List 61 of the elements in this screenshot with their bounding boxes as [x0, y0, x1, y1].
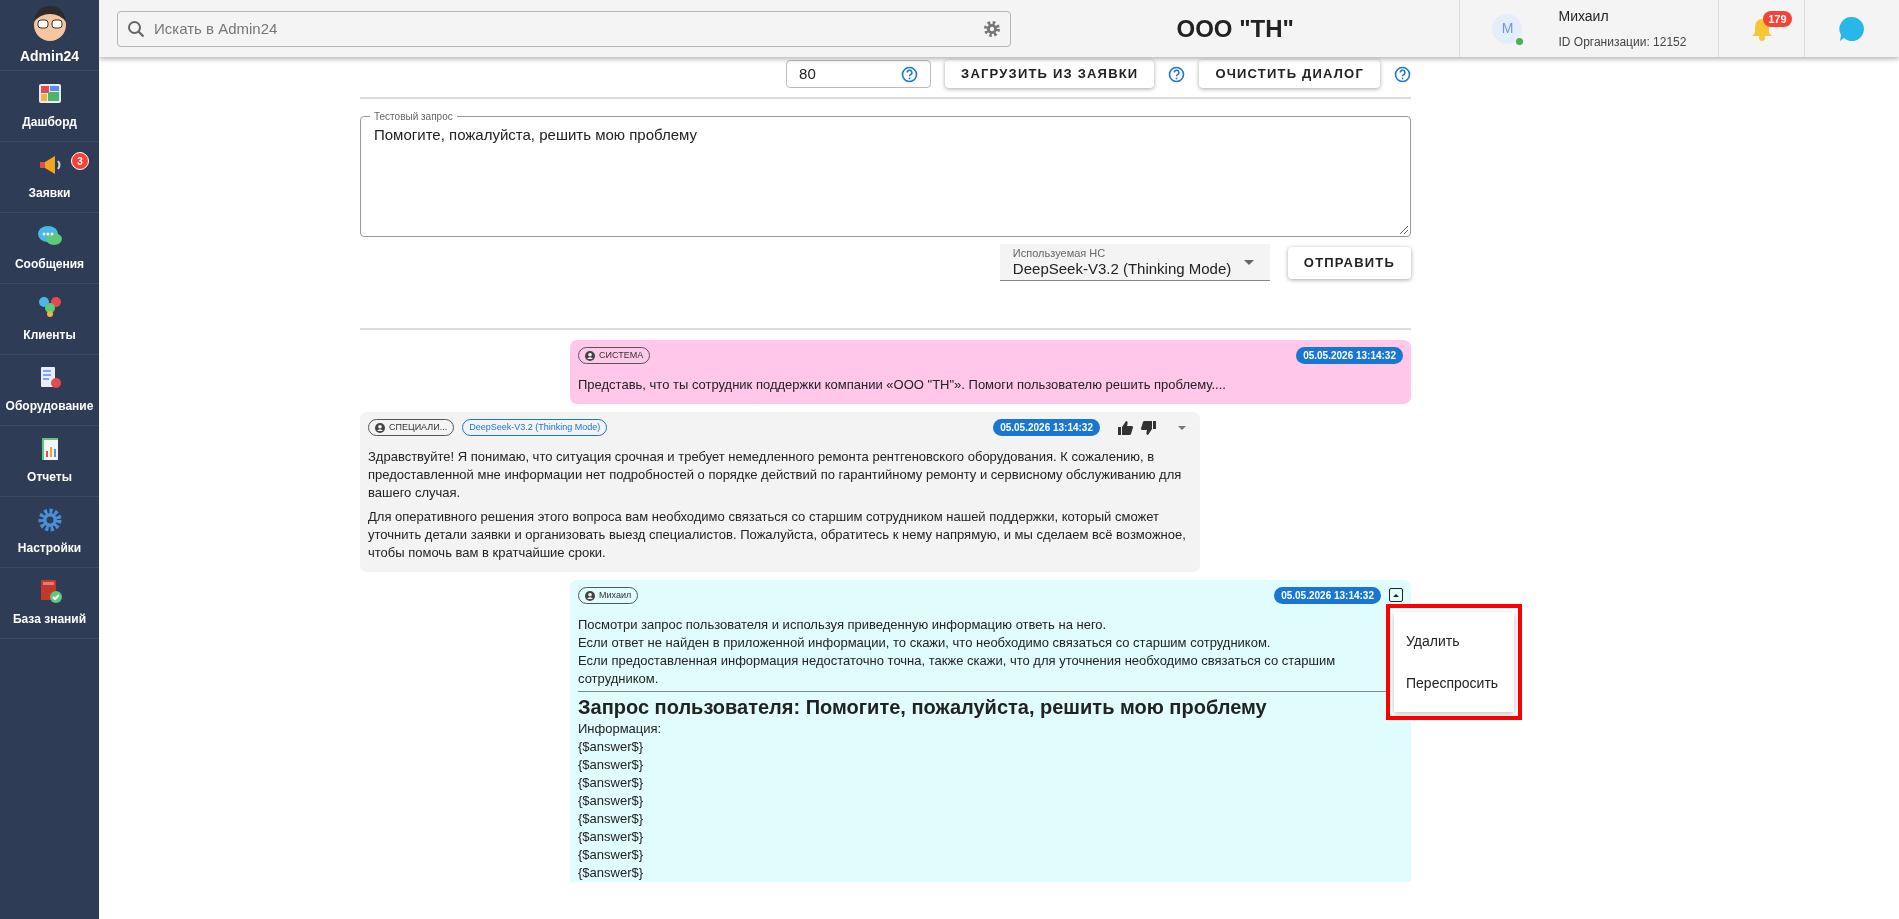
message-heading: Запрос пользователя: Помогите, пожалуйста, решить мою проблему: [578, 696, 1268, 718]
caret-down-icon: [1178, 425, 1186, 430]
brand-name: Admin24: [19, 46, 80, 66]
message-text: Представь, что ты сотрудник поддержки компании «ООО "ТН"». Помоги пользователю решить проблему....: [578, 376, 1227, 394]
message-text: {$answer$}: [578, 756, 645, 774]
search-field[interactable]: Искать в Admin24: [117, 10, 1011, 47]
action-button[interactable]: ОЧИСТИТЬ ДИАЛОГ: [1199, 60, 1380, 88]
message-text: Если ответ не найден в приложенной информации, то скажи, что необходимо связаться со старшим сотрудником.: [578, 634, 1272, 652]
collapse-toggle[interactable]: [1389, 588, 1403, 602]
message-text: Здравствуйте! Я понимаю, что ситуация срочная и требует немедленного ремонта рентгеновского оборудования. К сожалению, в предоставленной мне информации нет подробностей о порядке действий по гарантийному ремонту и сервисному обслуживанию для вашего случая.: [368, 448, 1183, 502]
sidebar-item[interactable]: Отчеты: [0, 426, 99, 497]
send-button[interactable]: ОТПРАВИТЬ: [1287, 246, 1411, 279]
sidebar-item[interactable]: База знаний: [0, 568, 99, 639]
resize-handle-icon: [1400, 226, 1408, 234]
dropdown-caret-icon: [1243, 260, 1254, 265]
model-select[interactable]: Используемая НС DeepSeek-V3.2 (Thinking Mode): [999, 244, 1270, 281]
notification-count-badge: 179: [1763, 11, 1792, 27]
user-panel[interactable]: M Михаил ID Организации: 12152: [1459, 0, 1720, 57]
message-text: {$answer$}: [578, 846, 645, 864]
search-icon: [127, 19, 145, 38]
user-icon: [585, 350, 595, 361]
message-text: {$answer$}: [578, 864, 645, 882]
message-text: {$answer$}: [578, 810, 645, 828]
message-text: {$answer$}: [578, 738, 645, 756]
notifications-button[interactable]: 179: [1719, 0, 1806, 57]
count-badge: 3: [71, 152, 89, 170]
timestamp-chip: 05.05.2026 13:14:32: [993, 419, 1100, 436]
selected-value: DeepSeek-V3.2 (Thinking Mode): [1012, 260, 1232, 278]
thumbs-up-icon: [1118, 420, 1133, 435]
message-text: Если предоставленная информация недостаточно точна, также скажи, что для уточнения необходимо связаться со старшим сотрудником.: [578, 652, 1337, 688]
organization-id: ID Организации: 12152: [1558, 34, 1687, 51]
user-icon: [375, 422, 385, 433]
sidebar-item[interactable]: Оборудование: [0, 355, 99, 426]
message-text: Посмотри запрос пользователя и используя приведенную информацию ответь на него.: [578, 616, 1108, 634]
message-text: Для оперативного решения этого вопроса вам необходимо связаться со старшим сотрудником нашей поддержки, который сможет уточнить детали заявки и организовать выезд специалистов. Пожалуйста, обратитесь к нему напрямую, и мы сделаем всё возможное, чтобы помочь вам в кратчайшие сроки.: [368, 508, 1187, 562]
message-text: Информация:: [578, 720, 663, 738]
user-avatar: M: [1492, 13, 1523, 44]
caret-up-icon: [1393, 593, 1399, 597]
organization-title: ООО "ТН": [1175, 13, 1295, 44]
number-field[interactable]: 80: [786, 60, 932, 88]
user-name: Михаил: [1558, 7, 1610, 26]
action-button[interactable]: ЗАГРУЗИТЬ ИЗ ЗАЯВКИ: [945, 60, 1155, 88]
settings-icon: [983, 19, 1001, 38]
sidebar-item[interactable]: Клиенты: [0, 284, 99, 355]
timestamp-chip: 05.05.2026 13:14:32: [1296, 347, 1403, 364]
sidebar-item[interactable]: Заявки 3: [0, 142, 99, 213]
thumbs-down-icon: [1141, 420, 1156, 435]
sidebar-item[interactable]: Дашборд: [0, 71, 99, 142]
sidebar-item[interactable]: Настройки: [0, 497, 99, 568]
field-label: Используемая НС: [1012, 247, 1106, 260]
message-text: {$answer$}: [578, 774, 645, 792]
message-text: {$answer$}: [578, 828, 645, 846]
user-icon: [585, 590, 595, 601]
field-label: Тестовый запрос: [370, 109, 457, 124]
menu-item[interactable]: Удалить: [1394, 620, 1514, 662]
sidebar-item[interactable]: Сообщения: [0, 213, 99, 284]
settings-icon: [36, 507, 63, 533]
people-icon: [36, 294, 63, 320]
menu-item[interactable]: Переспросить: [1394, 662, 1514, 704]
message-text: {$answer$}: [578, 792, 645, 810]
timestamp-chip: 05.05.2026 13:14:32: [1274, 587, 1381, 604]
